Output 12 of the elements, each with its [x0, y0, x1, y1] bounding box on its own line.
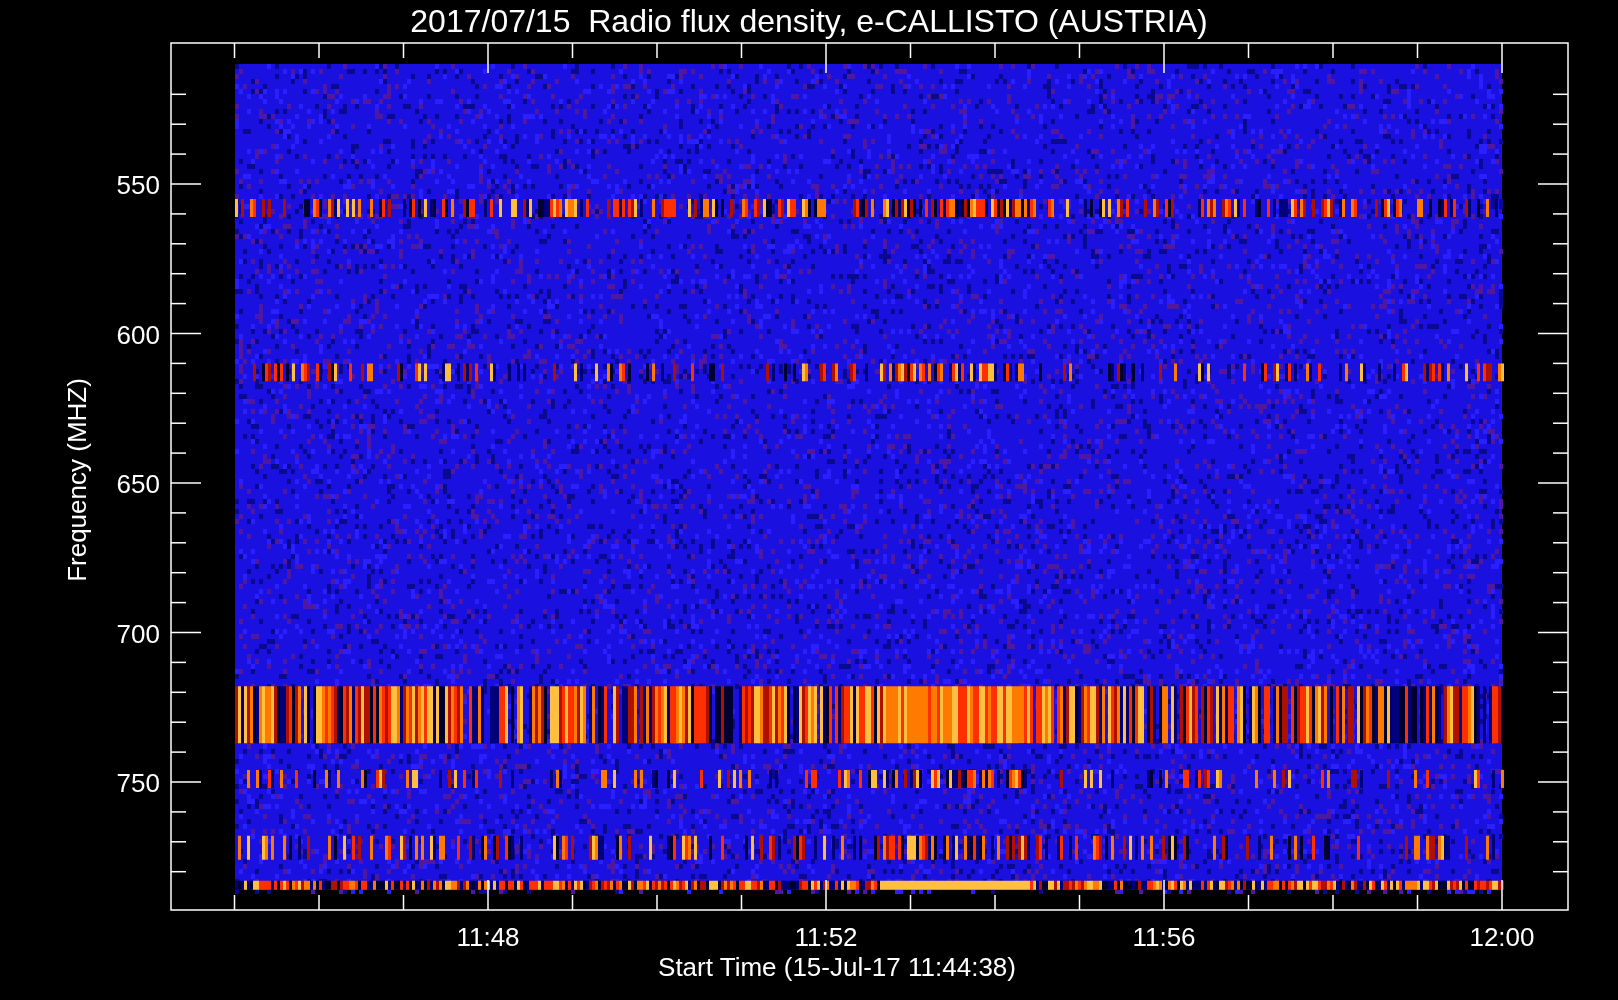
- axis-title: Frequency (MHZ): [62, 378, 92, 582]
- chart-title: 2017/07/15 Radio flux density, e-CALLISTO (AUSTRIA): [410, 3, 1208, 39]
- tick-label: 600: [116, 319, 160, 350]
- tick-label: 750: [116, 768, 160, 798]
- tick-label: 650: [116, 469, 160, 499]
- tick-label: 11:48: [456, 922, 520, 952]
- tick-label: 11:52: [794, 922, 858, 952]
- tick-label: 550: [116, 170, 160, 200]
- axis-title: Start Time (15-Jul-17 11:44:38): [658, 952, 1016, 982]
- tick-label: 11:56: [1132, 922, 1196, 952]
- tick-label: 12:00: [1469, 922, 1535, 952]
- tick-label: 700: [116, 618, 160, 649]
